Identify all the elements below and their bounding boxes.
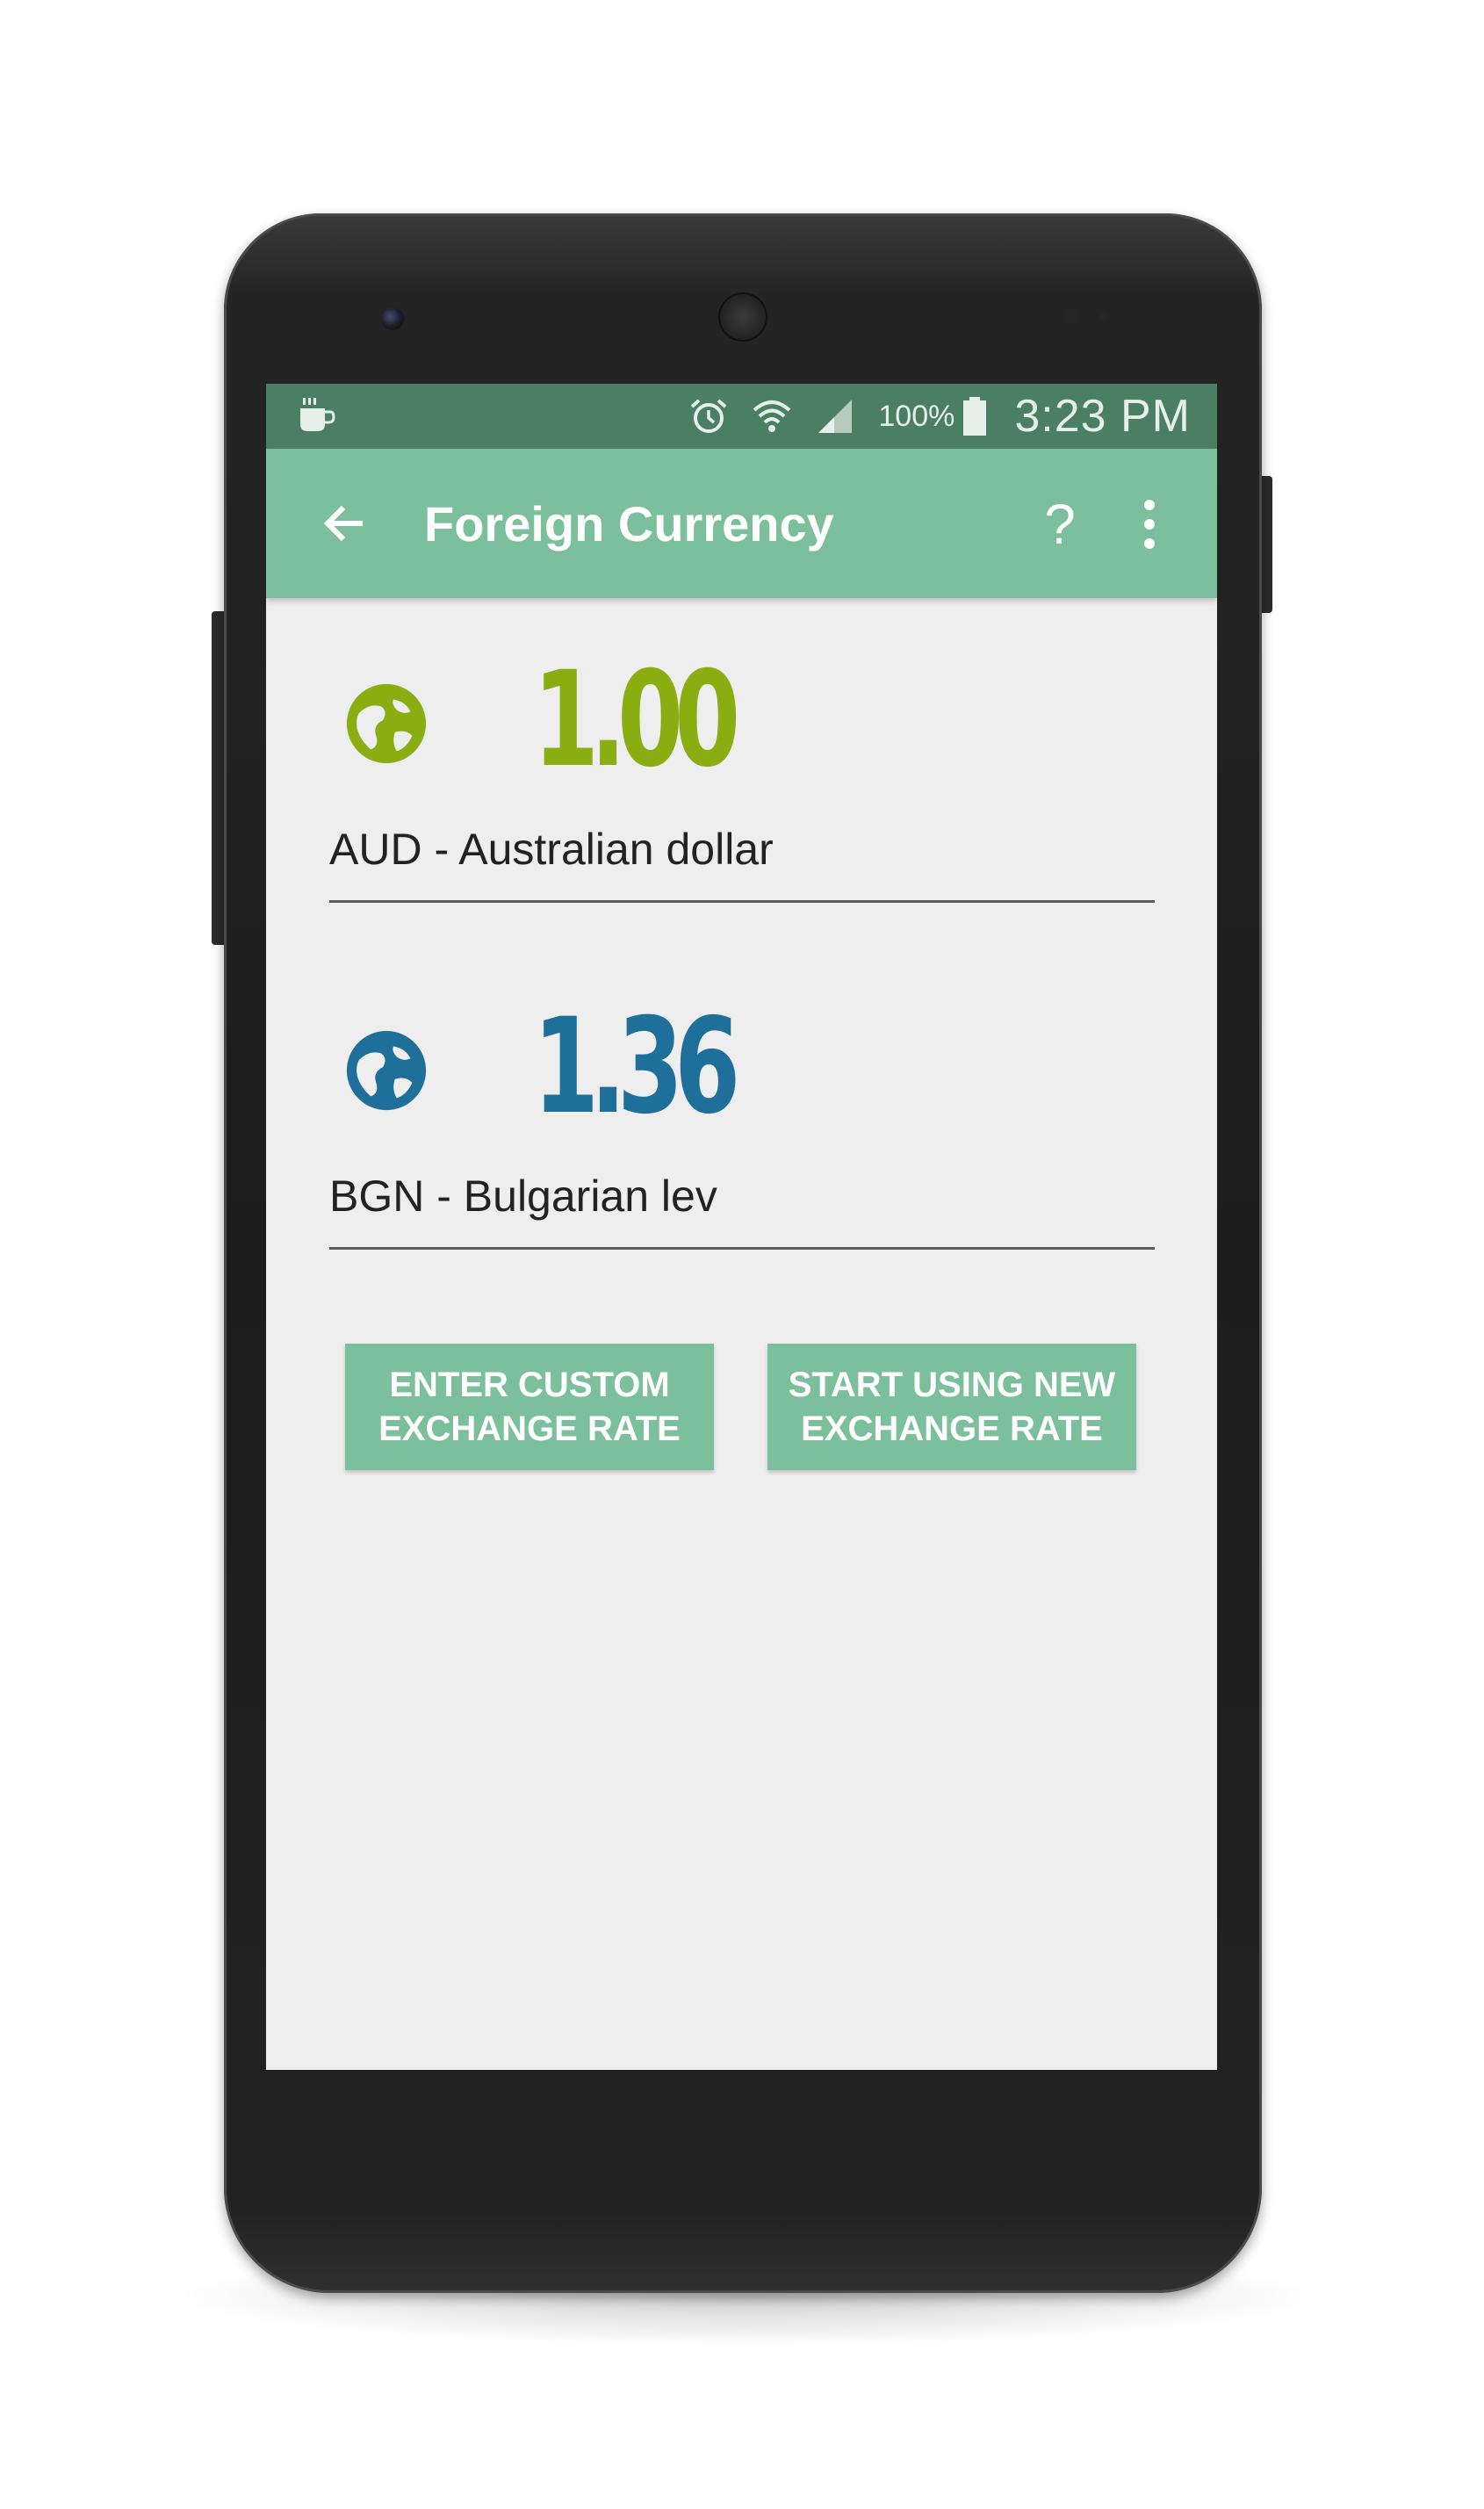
amount-value-aud: 1.00 (533, 644, 740, 797)
button-label-line1: START USING NEW (788, 1366, 1116, 1404)
screen: 100% 3:23 PM Foreign Currency ? 1.00 AUD… (266, 384, 1217, 2070)
button-label-line2: EXCHANGE RATE (801, 1410, 1103, 1448)
field-underline (329, 900, 1155, 903)
amount-value-bgn: 1.36 (533, 991, 740, 1143)
proximity-sensor (1064, 309, 1078, 323)
currency-row-aud[interactable]: 1.00 (329, 638, 1155, 786)
help-button[interactable]: ? (1030, 487, 1090, 561)
globe-icon (346, 1030, 427, 1111)
battery-percent: 100% (878, 399, 955, 433)
coffee-cup-icon (300, 398, 335, 431)
earpiece-speaker (718, 292, 767, 342)
more-vert-icon[interactable] (1132, 498, 1167, 551)
currency-row-bgn[interactable]: 1.36 (329, 985, 1155, 1133)
wifi-icon (753, 400, 791, 432)
button-label-line2: EXCHANGE RATE (378, 1410, 681, 1448)
status-icons: 100% 3:23 PM (688, 384, 1191, 449)
page-title: Foreign Currency (424, 496, 834, 552)
alarm-clock-icon (691, 399, 727, 433)
enter-custom-rate-button[interactable]: ENTER CUSTOM EXCHANGE RATE (345, 1344, 714, 1470)
currency-field-aud[interactable]: AUD - Australian dollar (329, 823, 1155, 903)
currency-name-aud: AUD - Australian dollar (329, 825, 774, 874)
cell-signal-icon (818, 400, 853, 433)
arrow-left-icon[interactable] (312, 491, 377, 556)
currency-name-bgn: BGN - Bulgarian lev (329, 1172, 717, 1221)
status-clock: 3:23 PM (1014, 391, 1191, 442)
currency-field-bgn[interactable]: BGN - Bulgarian lev (329, 1170, 1155, 1250)
button-label-line1: ENTER CUSTOM (389, 1366, 670, 1404)
start-new-rate-button[interactable]: START USING NEW EXCHANGE RATE (767, 1344, 1136, 1470)
battery-icon (963, 397, 987, 436)
field-underline (329, 1247, 1155, 1250)
status-bar: 100% 3:23 PM (266, 384, 1217, 449)
globe-icon (346, 683, 427, 764)
power-button (1260, 476, 1272, 613)
front-camera (381, 307, 404, 330)
page: 100% 3:23 PM Foreign Currency ? 1.00 AUD… (0, 0, 1484, 2509)
app-bar: Foreign Currency ? (266, 449, 1217, 598)
light-sensor (1099, 312, 1108, 321)
